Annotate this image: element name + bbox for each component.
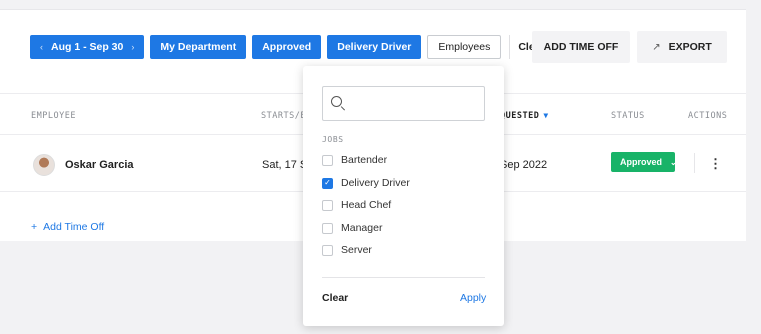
avatar: [33, 154, 55, 176]
date-range-label: Aug 1 - Sep 30: [51, 40, 124, 53]
filter-status[interactable]: Approved: [252, 34, 322, 59]
job-option-delivery-driver[interactable]: ✓ Delivery Driver: [322, 176, 410, 190]
column-status[interactable]: STATUS: [611, 111, 645, 121]
date-range-picker[interactable]: ‹ Aug 1 - Sep 30 ›: [30, 34, 145, 59]
job-option-manager[interactable]: Manager: [322, 221, 382, 235]
add-time-off-link[interactable]: + Add Time Off: [31, 221, 104, 233]
add-time-off-button[interactable]: ADD TIME OFF: [532, 31, 630, 63]
job-option-label: Delivery Driver: [341, 177, 410, 189]
divider: [322, 277, 485, 278]
filter-job[interactable]: Delivery Driver: [327, 34, 422, 59]
jobs-section-label: JOBS: [322, 135, 344, 144]
more-actions-icon[interactable]: ⋮: [709, 156, 722, 172]
chevron-left-icon[interactable]: ‹: [40, 42, 43, 52]
requested-date: Sep 2022: [500, 159, 548, 171]
column-requested[interactable]: QUESTED ▼: [500, 111, 549, 121]
search-icon: [331, 96, 342, 107]
job-filter-dropdown: JOBS Bartender ✓ Delivery Driver Head Ch…: [303, 66, 504, 326]
job-option-bartender[interactable]: Bartender: [322, 153, 387, 167]
column-employee[interactable]: EMPLOYEE: [31, 111, 76, 121]
job-option-label: Manager: [341, 222, 383, 234]
plus-icon: +: [31, 221, 38, 233]
employee-name: Oskar Garcia: [65, 159, 134, 171]
divider: [694, 153, 695, 173]
checkbox[interactable]: [322, 244, 333, 256]
export-icon: ↗: [652, 41, 661, 53]
sort-down-icon: ▼: [543, 111, 549, 120]
start-date: Sat, 17 S: [262, 159, 308, 171]
job-option-head-chef[interactable]: Head Chef: [322, 198, 391, 212]
checkbox[interactable]: [322, 154, 333, 166]
filter-toolbar: ‹ Aug 1 - Sep 30 › My Department Approve…: [30, 34, 559, 59]
filter-department[interactable]: My Department: [150, 34, 247, 59]
status-badge: Approved: [620, 157, 663, 167]
search-input[interactable]: [349, 93, 479, 115]
checkbox[interactable]: [322, 222, 333, 234]
checkbox[interactable]: [322, 199, 333, 211]
job-option-label: Head Chef: [341, 199, 392, 211]
chevron-right-icon[interactable]: ›: [131, 42, 134, 52]
filter-employees[interactable]: Employees: [427, 34, 502, 59]
column-requested-label: QUESTED: [500, 111, 540, 121]
job-option-label: Server: [341, 244, 372, 256]
dropdown-apply-button[interactable]: Apply: [460, 292, 486, 304]
checkbox-checked[interactable]: ✓: [322, 177, 333, 189]
job-option-server[interactable]: Server: [322, 243, 372, 257]
chevron-down-icon: ⌄: [670, 157, 677, 167]
dropdown-clear-button[interactable]: Clear: [322, 292, 348, 304]
status-dropdown[interactable]: Approved ⌄: [611, 152, 677, 172]
add-time-off-link-label: Add Time Off: [43, 221, 105, 233]
export-button[interactable]: ↗ EXPORT: [637, 31, 727, 63]
column-starts[interactable]: STARTS/E: [261, 111, 306, 121]
search-field[interactable]: [322, 86, 485, 121]
column-actions: ACTIONS: [688, 111, 728, 121]
export-label: EXPORT: [668, 41, 712, 53]
job-option-label: Bartender: [341, 154, 388, 166]
